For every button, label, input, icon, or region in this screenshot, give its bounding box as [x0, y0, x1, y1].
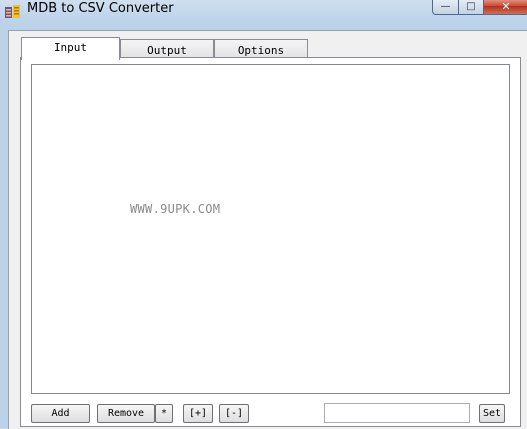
tab-input[interactable]: Input — [21, 37, 120, 60]
input-file-list[interactable]: WWW.9UPK.COM — [31, 64, 510, 394]
window-controls: — □ ✕ — [432, 0, 527, 16]
title-bar[interactable]: MDB to CSV Converter — □ ✕ — [0, 0, 527, 22]
collapse-button[interactable]: [-] — [219, 404, 249, 423]
watermark-text: WWW.9UPK.COM — [130, 202, 221, 216]
set-button[interactable]: Set — [479, 404, 505, 423]
expand-button[interactable]: [+] — [183, 404, 213, 423]
set-input[interactable] — [324, 403, 470, 423]
app-window: MDB to CSV Converter — □ ✕ Input Output … — [0, 0, 527, 429]
close-button[interactable]: ✕ — [484, 0, 527, 15]
maximize-icon: □ — [466, 0, 476, 12]
database-convert-icon — [5, 5, 20, 18]
client-area: Input Output Options WWW.9UPK.COM Add Re… — [8, 30, 527, 429]
tab-options[interactable]: Options — [214, 39, 308, 58]
remove-button[interactable]: Remove — [97, 404, 155, 423]
window-title: MDB to CSV Converter — [27, 1, 174, 16]
minimize-icon: — — [440, 0, 451, 12]
minimize-button[interactable]: — — [432, 0, 459, 15]
add-button[interactable]: Add — [31, 404, 90, 423]
select-all-button[interactable]: * — [155, 404, 173, 423]
tab-output[interactable]: Output — [120, 39, 214, 58]
maximize-button[interactable]: □ — [459, 0, 484, 15]
close-icon: ✕ — [501, 0, 511, 13]
input-tab-panel: WWW.9UPK.COM — [20, 57, 521, 427]
